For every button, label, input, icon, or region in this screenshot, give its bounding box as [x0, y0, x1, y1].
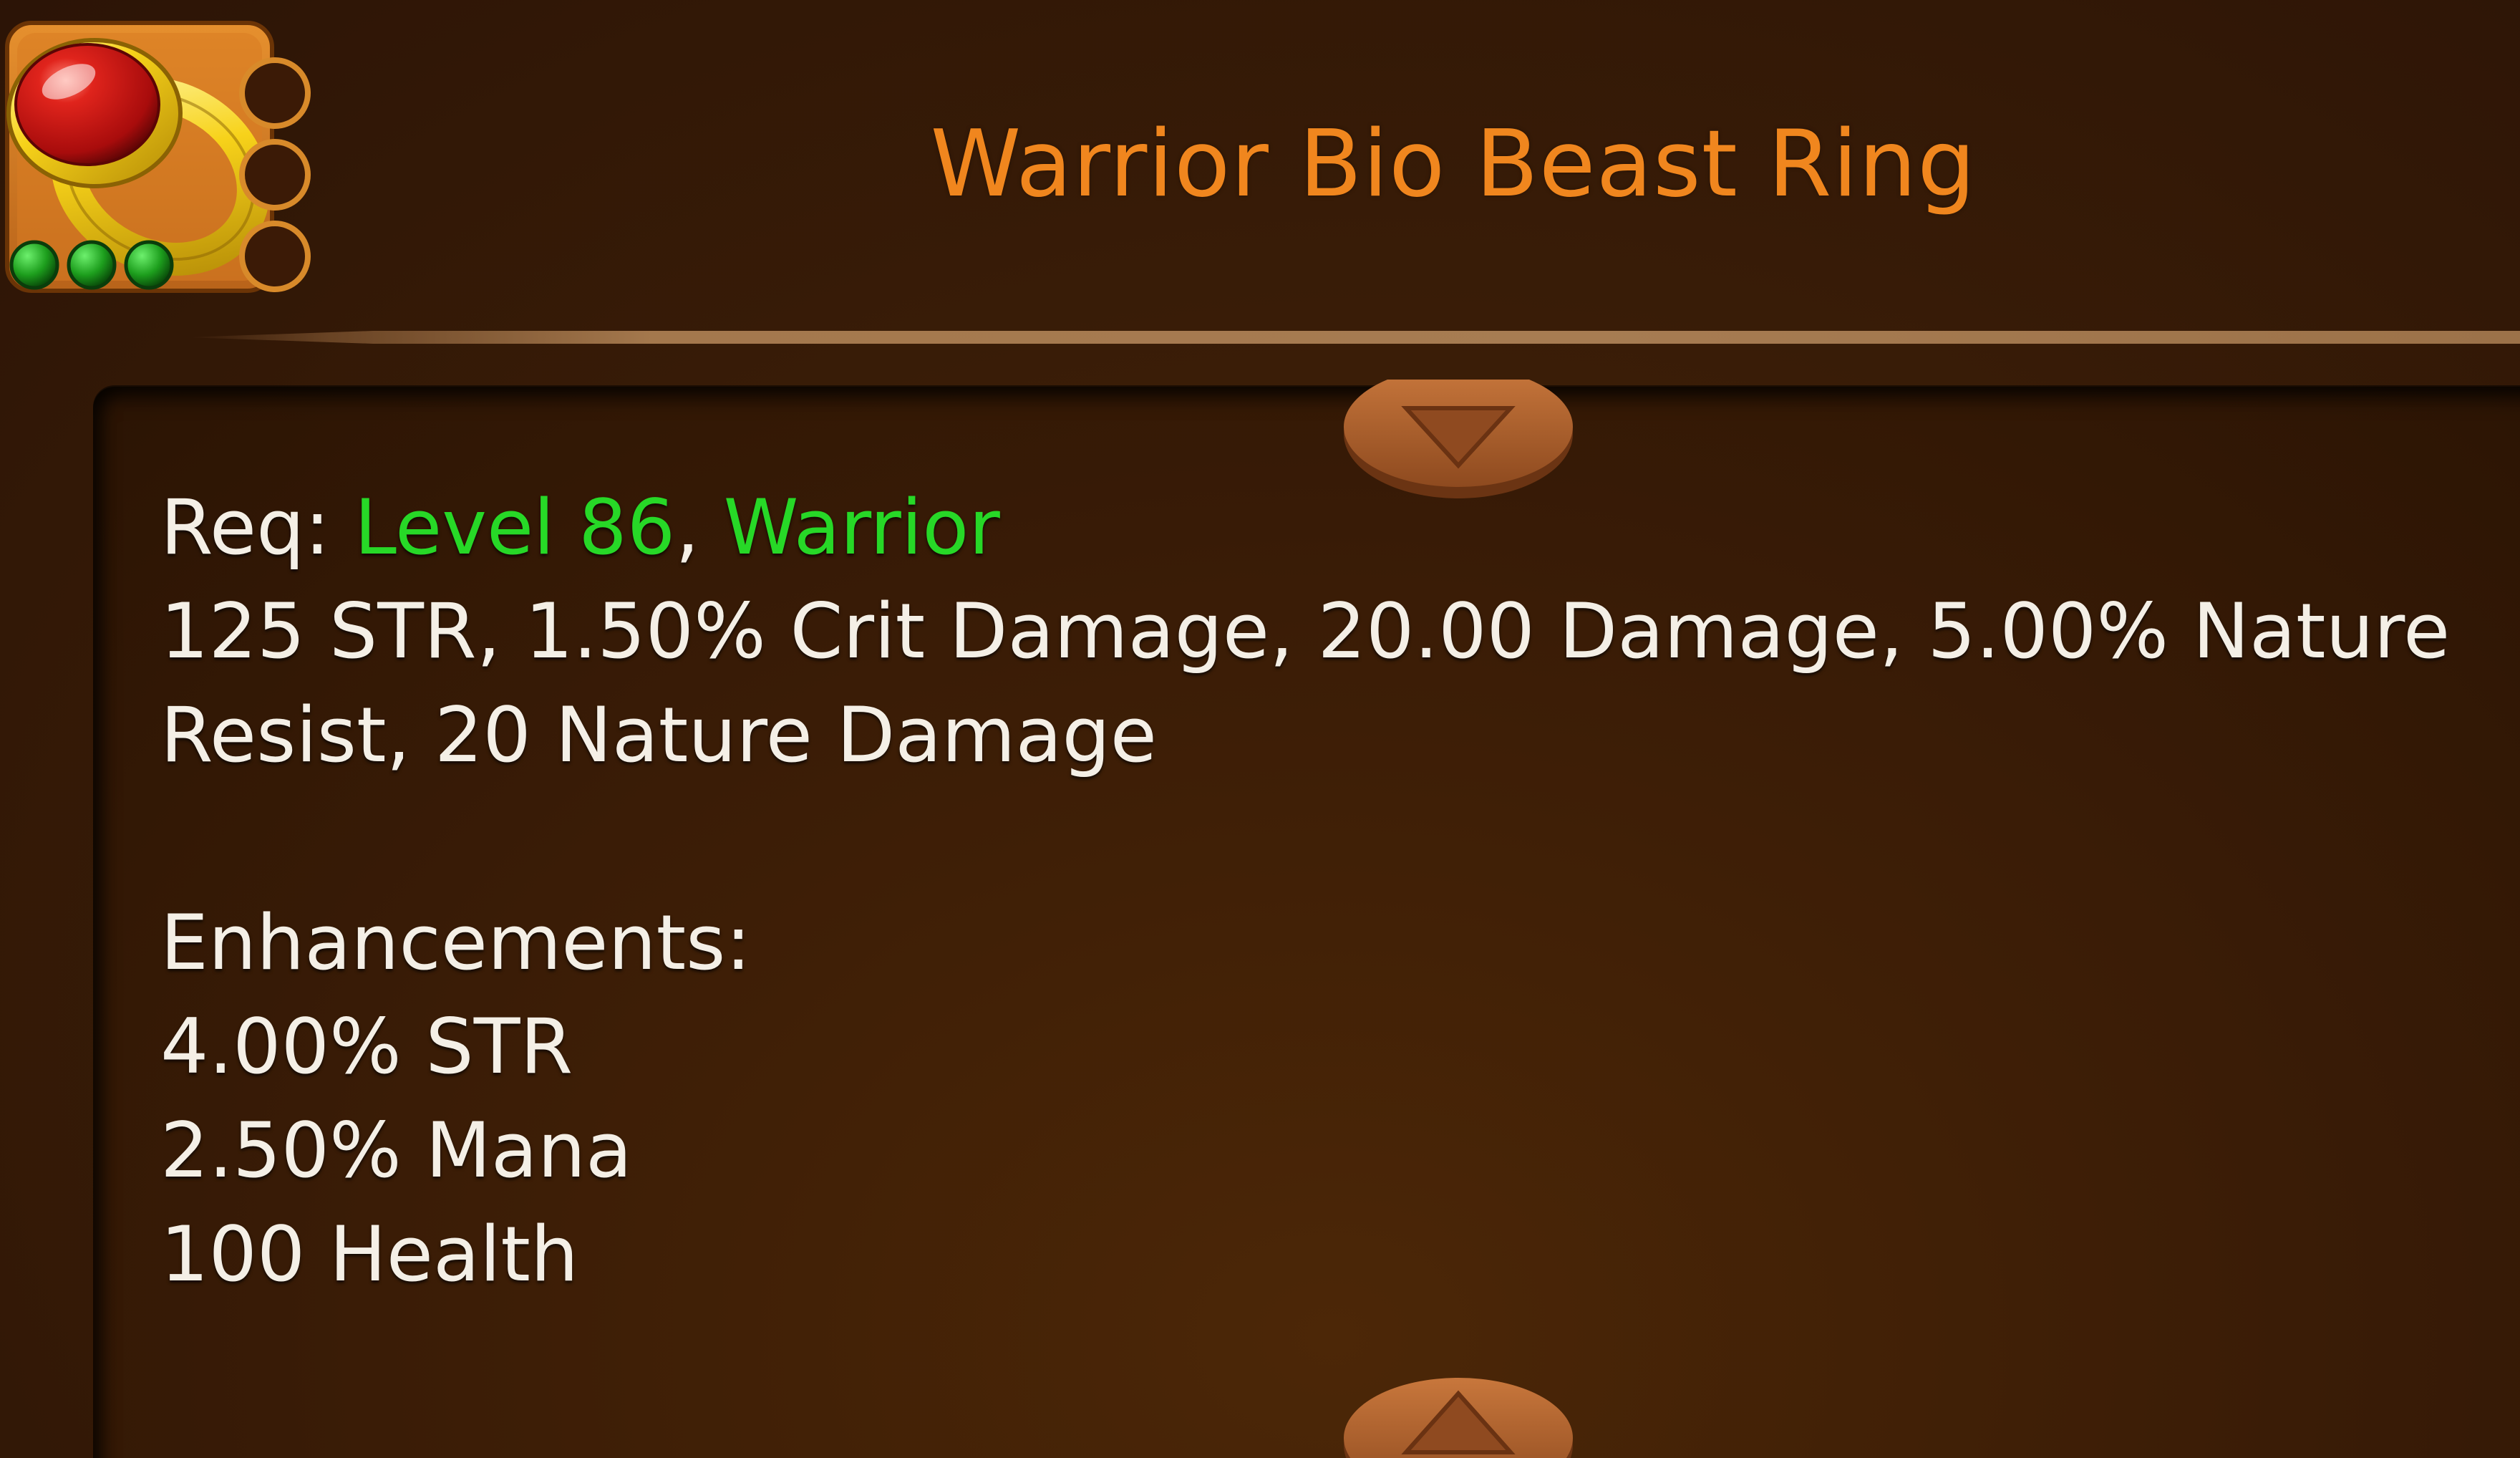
stats-line-1: 125 STR, 1.50% Crit Damage, 20.00 Damage… — [160, 587, 2451, 675]
item-tooltip-window: Warrior Bio Beast Ring Req: Level 86, Wa… — [0, 0, 2520, 1458]
requirements-line: Req: Level 86, Warrior — [160, 475, 2520, 579]
enhancement-item: 4.00% STR — [160, 1003, 573, 1091]
requirements-label: Req: — [160, 483, 331, 571]
item-title: Warrior Bio Beast Ring — [930, 111, 1977, 218]
scroll-up-button[interactable] — [1340, 1365, 1576, 1458]
item-details-text: Req: Level 86, Warrior 125 STR, 1.50% Cr… — [160, 475, 2520, 1306]
enhancement-item: 2.50% Mana — [160, 1106, 632, 1194]
required-class: Warrior — [723, 483, 1000, 571]
enhancement-item: 100 Health — [160, 1210, 579, 1298]
required-level: Level 86 — [354, 483, 676, 571]
stats-line-2: Resist, 20 Nature Damage — [160, 691, 1157, 779]
ruby-ring-icon — [5, 21, 311, 293]
title-divider — [186, 331, 2520, 344]
enhancements-header: Enhancements: — [160, 899, 752, 987]
requirements-separator: , — [675, 483, 699, 571]
